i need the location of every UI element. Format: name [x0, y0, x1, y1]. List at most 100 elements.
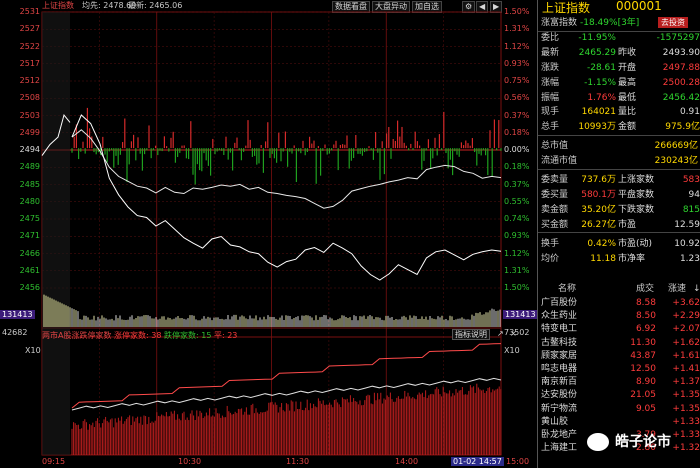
quote-key-2: 市盈(动): [618, 238, 653, 249]
y-tick-left: 2508: [19, 93, 40, 103]
stock-list-row[interactable]: 达安股份 21.05 +1.35: [538, 389, 700, 402]
stock-price: 21.05: [630, 390, 656, 401]
invest-button[interactable]: 去投资: [658, 17, 688, 28]
quote-key-2: 量比: [618, 107, 637, 118]
stock-change: +1.41: [672, 364, 700, 374]
sort-down-icon[interactable]: ↓: [693, 283, 700, 296]
quote-value: 26.27亿: [581, 219, 616, 230]
y-tick-left: 2485: [19, 179, 40, 189]
quote-value: 580.1万: [581, 189, 616, 200]
y-tick-right: 1.50%: [504, 283, 530, 292]
quote-row: 换手 0.42% 市盈(动) 10.92: [538, 237, 700, 251]
y-tick-left: 2475: [19, 214, 40, 223]
stock-name: 特变电工: [541, 324, 578, 335]
sub-legend-down: 跌停家数: 15: [164, 331, 212, 340]
stock-name: 黄山胶: [541, 416, 569, 427]
quote-value: 2465.29: [578, 47, 616, 58]
quote-row: 振幅 1.76% 最低 2456.42: [538, 91, 700, 105]
quote-value: 1.76%: [587, 92, 616, 103]
quote-value-2: 1.23: [679, 253, 700, 264]
quote-key: 委买量: [541, 189, 569, 200]
quote-row: 均价 11.18 市净率 1.23: [538, 252, 700, 266]
panel-separator: [538, 168, 700, 170]
stock-list-row[interactable]: 鸣志电器 12.50 +1.41: [538, 363, 700, 376]
quote-key-2: 市盈: [618, 219, 637, 230]
list-header-price: 成交: [636, 284, 655, 294]
stock-list-row[interactable]: 南京新百 8.90 +1.37: [538, 376, 700, 389]
quote-row: 涨跌 -28.61 开盘 2497.88: [538, 61, 700, 75]
quote-key: 涨富指数: [541, 18, 578, 28]
y-tick-left: 2471: [19, 231, 40, 241]
quote-key-2: 最低: [618, 92, 637, 103]
y-tick-left: 2503: [19, 110, 40, 120]
price-line: [71, 114, 502, 281]
y-tick-right: 0.37%: [504, 110, 530, 120]
sub-legend-up: 涨停家数: 38: [114, 331, 162, 340]
quote-row: 现手 164021 量比 0.91: [538, 105, 700, 119]
panel-separator: [538, 232, 700, 234]
stock-change: +1.61: [672, 350, 700, 361]
wechat-logo: [587, 433, 609, 451]
stock-change: +2.07: [672, 324, 700, 335]
stock-list-row[interactable]: 黄山胶 +1.33: [538, 416, 700, 429]
y-tick-right: 1.50%: [504, 7, 530, 16]
y-tick-left: 2531: [19, 7, 40, 16]
stock-list-row[interactable]: 古鳌科技 11.30 +1.62: [538, 337, 700, 350]
quote-row: 最新 2465.29 昨收 2493.90: [538, 46, 700, 60]
y-tick-left: 2480: [19, 196, 40, 206]
y-tick-left: 2499: [19, 127, 40, 137]
quote-value-2: 12.59: [674, 219, 700, 230]
stock-list-row[interactable]: 广百股份 8.58 +3.62: [538, 297, 700, 310]
close-icon[interactable]: ×: [510, 329, 517, 338]
stock-name: 卧龙地产: [541, 430, 578, 440]
quote-key: 最新: [541, 47, 560, 58]
avg-price-line: [71, 129, 502, 209]
quote-value: -1.15%: [584, 77, 616, 88]
quote-row: 流通市值 230243亿: [538, 154, 700, 168]
quote-value: 164021: [581, 107, 616, 118]
y-tick-left: 2456: [19, 283, 40, 292]
quote-key: 总市值: [541, 141, 569, 152]
quote-value: 35.20亿: [581, 204, 616, 215]
up-arrow-icon[interactable]: ↗: [497, 329, 504, 338]
stock-name: 古鳌科技: [541, 337, 578, 348]
y-tick-right: 0.56%: [504, 93, 530, 103]
x-tick-1130: 11:30: [286, 457, 310, 466]
quote-key: 换手: [541, 238, 560, 249]
stock-price: 8.90: [635, 377, 656, 388]
volume-unit-right: X10: [504, 346, 520, 355]
stock-list-row[interactable]: 新宁物流 9.05 +1.35: [538, 403, 700, 416]
y-tick-left: 2466: [19, 248, 40, 258]
quote-value-2: 815: [682, 204, 700, 215]
stock-list-row[interactable]: 特变电工 6.92 +2.07: [538, 323, 700, 336]
sub-indicator-legend: 两市A股涨跌停家数 涨停家数: 38 跌停家数: 15 平: 23: [42, 330, 237, 341]
stock-name: 众生药业: [541, 311, 578, 322]
stock-list-row[interactable]: 众生药业 8.50 +2.29: [538, 310, 700, 323]
quote-key: 涨幅: [541, 77, 560, 88]
stock-list-row[interactable]: 顾家家居 43.87 +1.61: [538, 350, 700, 363]
stock-price: 8.50: [635, 311, 656, 322]
indicator-help-button[interactable]: 指标说明: [452, 329, 490, 340]
panel-separator: [538, 134, 700, 136]
volume-mid-left: 42682: [2, 328, 28, 337]
quote-value: 0.42%: [587, 238, 616, 249]
quote-value-2: 2497.88: [662, 62, 700, 73]
x-tick-1030: 10:30: [178, 457, 202, 466]
quote-key: 委卖量: [541, 175, 569, 185]
y-tick-right: 0.55%: [504, 196, 530, 206]
quote-value: -11.95%: [578, 32, 616, 43]
quote-key: 委比: [541, 32, 560, 43]
quote-key: 流通市值: [541, 156, 578, 167]
quote-key: 现手: [541, 107, 560, 118]
list-header-change: 涨速: [668, 284, 687, 294]
quote-value-2: 2493.90: [662, 47, 700, 58]
stock-name: 新宁物流: [541, 403, 578, 414]
panel-header: 上证指数 000001: [538, 0, 700, 15]
y-tick-right: 0.37%: [504, 179, 530, 189]
stock-price: 6.92: [635, 324, 656, 335]
volume-mid-right: 73502: [504, 328, 530, 337]
quote-row: 总市值 266669亿: [538, 139, 700, 153]
quote-key: 振幅: [541, 92, 560, 103]
quote-key: 总手: [541, 122, 560, 133]
intraday-chart[interactable]: 上证指数 均先: 2478.69 最新: 2465.06 数据看盘 大盘异动 加…: [0, 0, 538, 468]
